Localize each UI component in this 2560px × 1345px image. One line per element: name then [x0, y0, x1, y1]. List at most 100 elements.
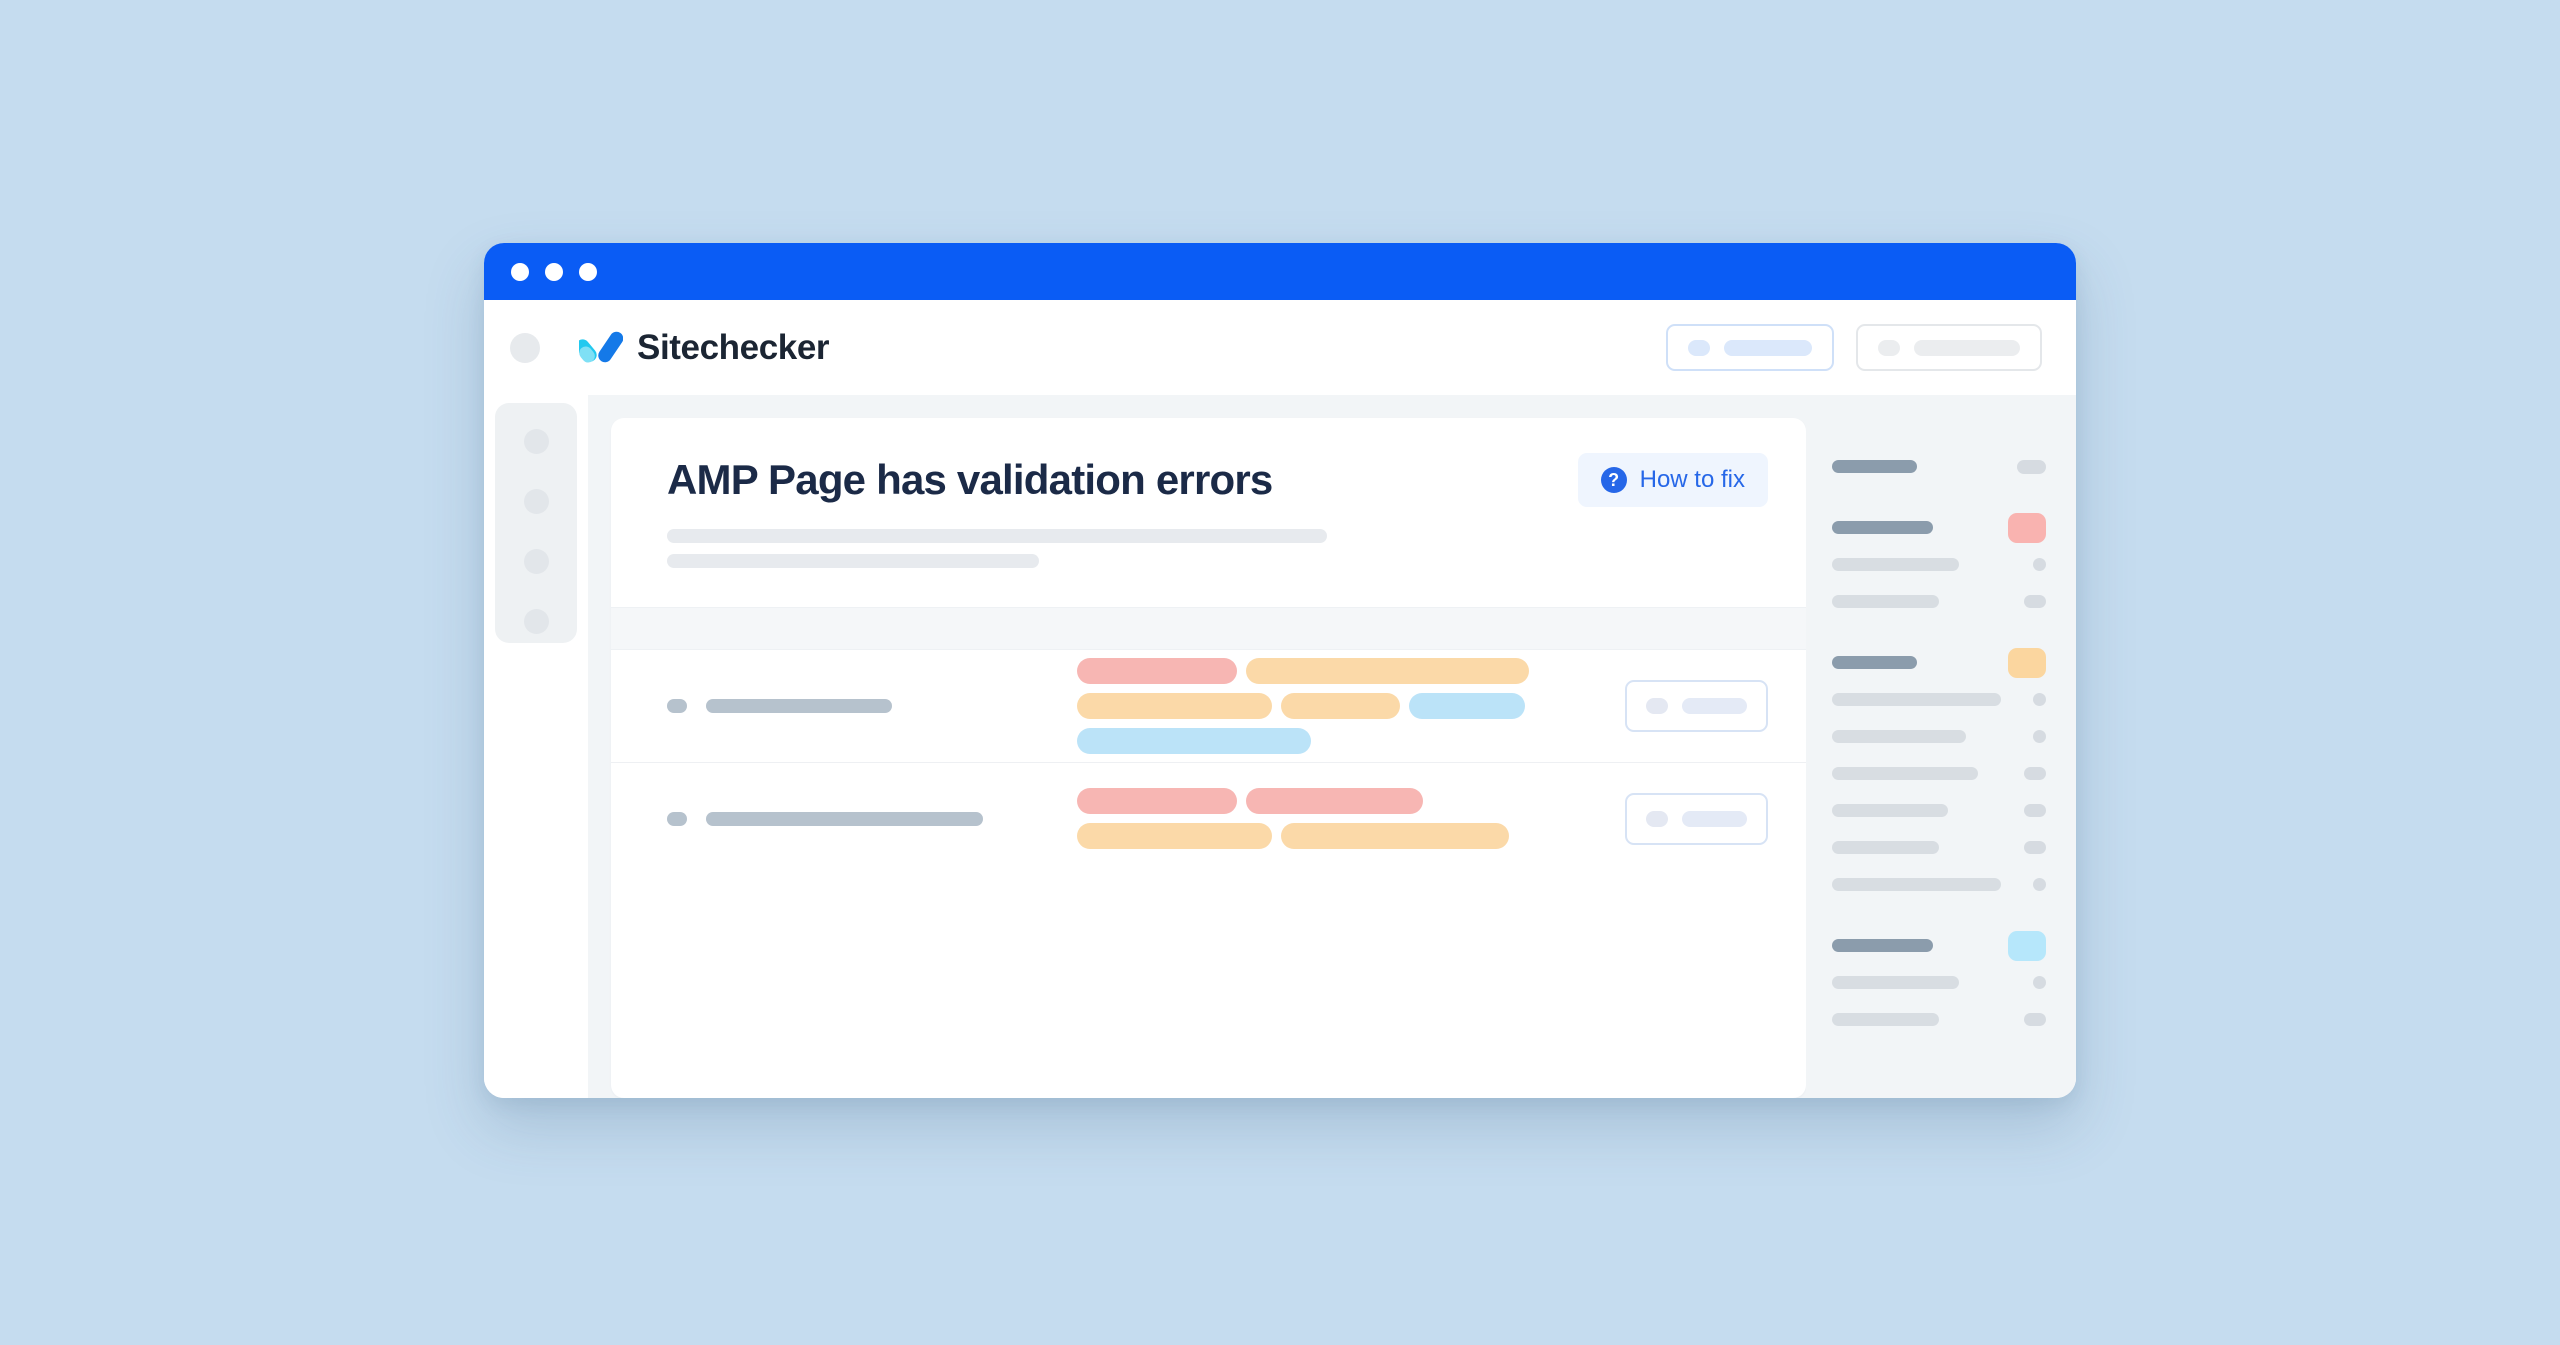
subtitle-placeholders — [667, 529, 1768, 568]
page-title: AMP Page has validation errors — [667, 456, 1273, 503]
right-sidebar-item-label — [1832, 558, 1959, 571]
card-header: AMP Page has validation errors ? How to … — [611, 418, 1806, 607]
tag-pill — [1281, 823, 1509, 849]
right-sidebar-item-label — [1832, 460, 1917, 473]
button-label-placeholder — [1914, 339, 2020, 356]
row-action-button-2[interactable] — [1625, 792, 1768, 845]
table-row[interactable] — [611, 650, 1806, 762]
sidebar-item-3[interactable] — [523, 549, 549, 574]
browser-titlebar — [484, 243, 2076, 300]
right-panel-group-3 — [1832, 644, 2046, 903]
right-sidebar-item-label — [1832, 841, 1939, 854]
right-sidebar-item-label — [1832, 878, 2001, 891]
window-minimize-dot-icon[interactable] — [545, 262, 563, 281]
right-sidebar-item[interactable] — [1832, 927, 2046, 964]
right-sidebar-item[interactable] — [1832, 755, 2046, 792]
row-action-button-1[interactable] — [1625, 680, 1768, 732]
table-row[interactable] — [611, 762, 1806, 874]
right-sidebar-item-label — [1832, 521, 1933, 534]
status-badge — [2033, 730, 2046, 743]
app-body: AMP Page has validation errors ? How to … — [484, 395, 2076, 1098]
right-sidebar-group-divider — [1832, 622, 2046, 644]
status-badge — [2033, 558, 2046, 571]
right-sidebar-item-label — [1832, 595, 1939, 608]
how-to-fix-button[interactable]: ? How to fix — [1577, 453, 1768, 507]
status-badge — [2024, 767, 2046, 780]
brand[interactable]: Sitechecker — [579, 327, 830, 368]
sidebar-item-1[interactable] — [523, 429, 549, 454]
button-icon-placeholder — [1878, 339, 1900, 356]
tag-pill — [1077, 728, 1311, 754]
tag-pill — [1077, 693, 1272, 719]
status-badge — [2008, 512, 2046, 543]
right-sidebar-item-label — [1832, 767, 1978, 780]
question-mark-icon: ? — [1600, 467, 1627, 493]
status-badge — [2024, 804, 2046, 817]
right-sidebar-list — [1832, 448, 2046, 1038]
right-panel-group-2 — [1832, 509, 2046, 620]
status-badge — [2024, 841, 2046, 854]
card-header-row: AMP Page has validation errors ? How to … — [667, 453, 1768, 507]
right-sidebar-item[interactable] — [1832, 718, 2046, 755]
status-badge — [2033, 693, 2046, 706]
primary-placeholder-button[interactable] — [1666, 324, 1834, 371]
button-label-placeholder — [1682, 810, 1747, 827]
tag-pill — [1281, 693, 1400, 719]
tag-pill — [1409, 693, 1525, 719]
window-close-dot-icon[interactable] — [511, 262, 529, 281]
right-sidebar-item[interactable] — [1832, 829, 2046, 866]
avatar-circle-icon[interactable] — [510, 332, 540, 363]
right-sidebar-group-divider — [1832, 487, 2046, 509]
right-sidebar-group-divider — [1832, 905, 2046, 927]
right-sidebar-item[interactable] — [1832, 1001, 2046, 1038]
right-sidebar-item-label — [1832, 656, 1917, 669]
status-badge — [2033, 976, 2046, 989]
table-header-strip — [611, 607, 1806, 650]
right-sidebar-item[interactable] — [1832, 644, 2046, 681]
button-icon-placeholder — [1688, 339, 1710, 356]
right-sidebar-item[interactable] — [1832, 448, 2046, 485]
right-sidebar-item[interactable] — [1832, 509, 2046, 546]
right-sidebar-item-label — [1832, 804, 1948, 817]
sitechecker-checkmark-logo — [579, 331, 623, 363]
row-marker-icon — [667, 811, 687, 826]
right-sidebar-item[interactable] — [1832, 866, 2046, 903]
brand-name: Sitechecker — [637, 327, 830, 367]
right-sidebar-item-label — [1832, 693, 2001, 706]
subtitle-placeholder-line — [667, 554, 1039, 568]
browser-window: Sitechecker AMP Page has validation erro… — [484, 243, 2076, 1098]
right-sidebar-item-label — [1832, 939, 1933, 952]
right-panel-group-4 — [1832, 927, 2046, 1038]
right-sidebar-item[interactable] — [1832, 583, 2046, 620]
right-sidebar-item-label — [1832, 730, 1966, 743]
button-label-placeholder — [1724, 339, 1812, 356]
row-tags — [1057, 658, 1607, 754]
status-badge — [2024, 1013, 2046, 1026]
right-sidebar-item[interactable] — [1832, 681, 2046, 718]
status-badge — [2024, 595, 2046, 608]
window-maximize-dot-icon[interactable] — [579, 262, 597, 281]
status-badge — [2017, 459, 2046, 474]
row-label-placeholder — [706, 699, 892, 713]
left-sidebar — [484, 395, 588, 1098]
subtitle-placeholder-line — [667, 529, 1327, 543]
status-badge — [2008, 930, 2046, 961]
right-sidebar-item[interactable] — [1832, 792, 2046, 829]
tag-pill — [1077, 788, 1237, 814]
button-icon-placeholder — [1646, 810, 1668, 827]
content-card: AMP Page has validation errors ? How to … — [611, 418, 1806, 1098]
row-label — [667, 699, 1057, 713]
row-action — [1625, 792, 1768, 845]
header-actions — [1666, 324, 2042, 371]
secondary-placeholder-button[interactable] — [1856, 324, 2042, 371]
sidebar-item-2[interactable] — [523, 489, 549, 514]
tag-pill — [1246, 658, 1529, 684]
right-sidebar — [1806, 395, 2076, 1098]
app-header: Sitechecker — [484, 300, 2076, 395]
sidebar-item-4[interactable] — [523, 609, 549, 634]
row-action — [1625, 680, 1768, 732]
right-sidebar-item[interactable] — [1832, 964, 2046, 1001]
row-marker-icon — [667, 699, 687, 713]
right-sidebar-item[interactable] — [1832, 546, 2046, 583]
right-sidebar-item-label — [1832, 1013, 1939, 1026]
